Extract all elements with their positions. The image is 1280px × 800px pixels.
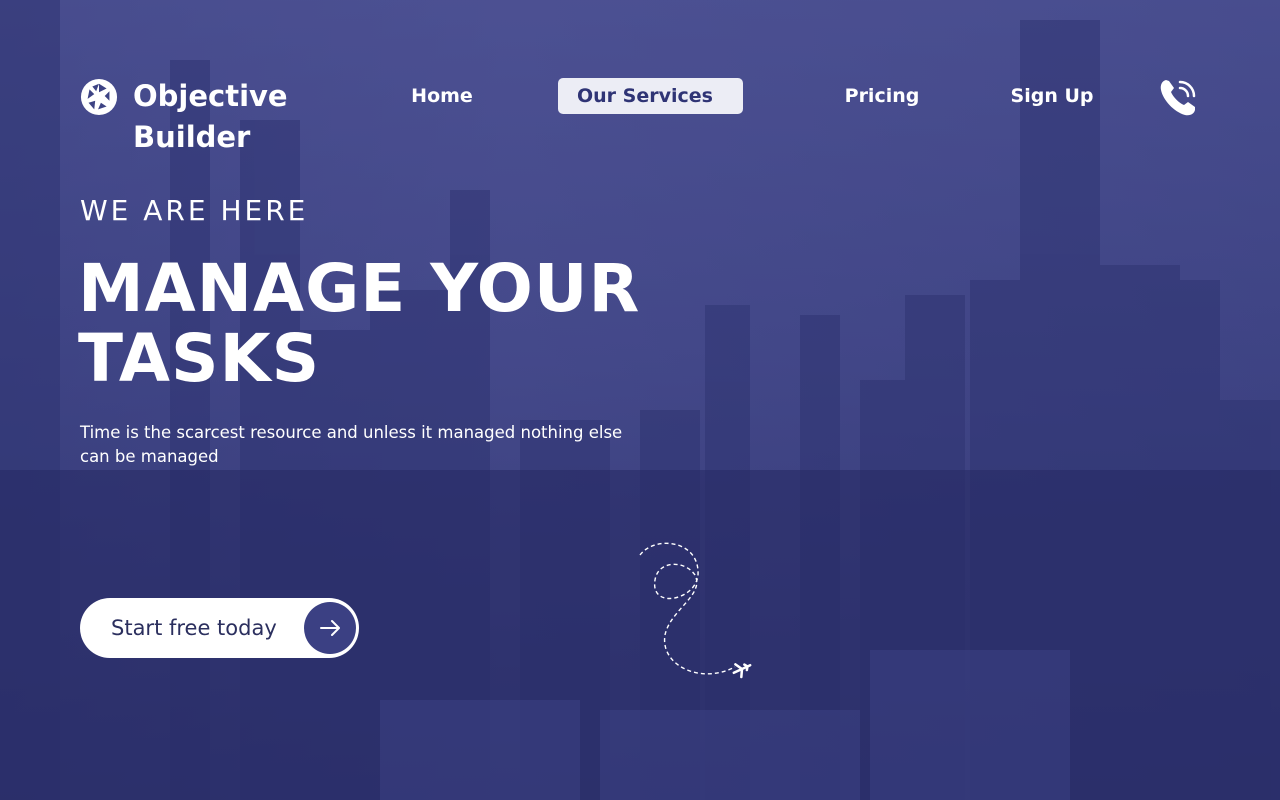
cta-arrow-circle: [304, 602, 356, 654]
phone-call-icon[interactable]: [1158, 76, 1200, 118]
hero-subtext: Time is the scarcest resource and unless…: [80, 423, 623, 466]
nav-pricing-link[interactable]: Pricing: [838, 78, 926, 114]
start-free-button[interactable]: Start free today: [80, 598, 359, 658]
hero-headline: MANAGE YOUR TASKS: [78, 250, 641, 397]
nav-our-services-link[interactable]: Our Services: [558, 78, 743, 114]
airplane-path-decoration: [639, 542, 752, 679]
nav-sign-up-link[interactable]: Sign Up: [1004, 78, 1100, 114]
brand-logo[interactable]: Objective Builder: [80, 78, 303, 158]
start-free-button-label: Start free today: [111, 616, 277, 640]
hero-eyebrow: WE ARE HERE: [80, 194, 309, 227]
airplane-icon: [732, 663, 752, 679]
nav-home-link[interactable]: Home: [401, 78, 483, 114]
aperture-icon: [80, 78, 118, 116]
arrow-right-icon: [320, 620, 340, 636]
brand-name: Objective Builder: [133, 79, 288, 154]
